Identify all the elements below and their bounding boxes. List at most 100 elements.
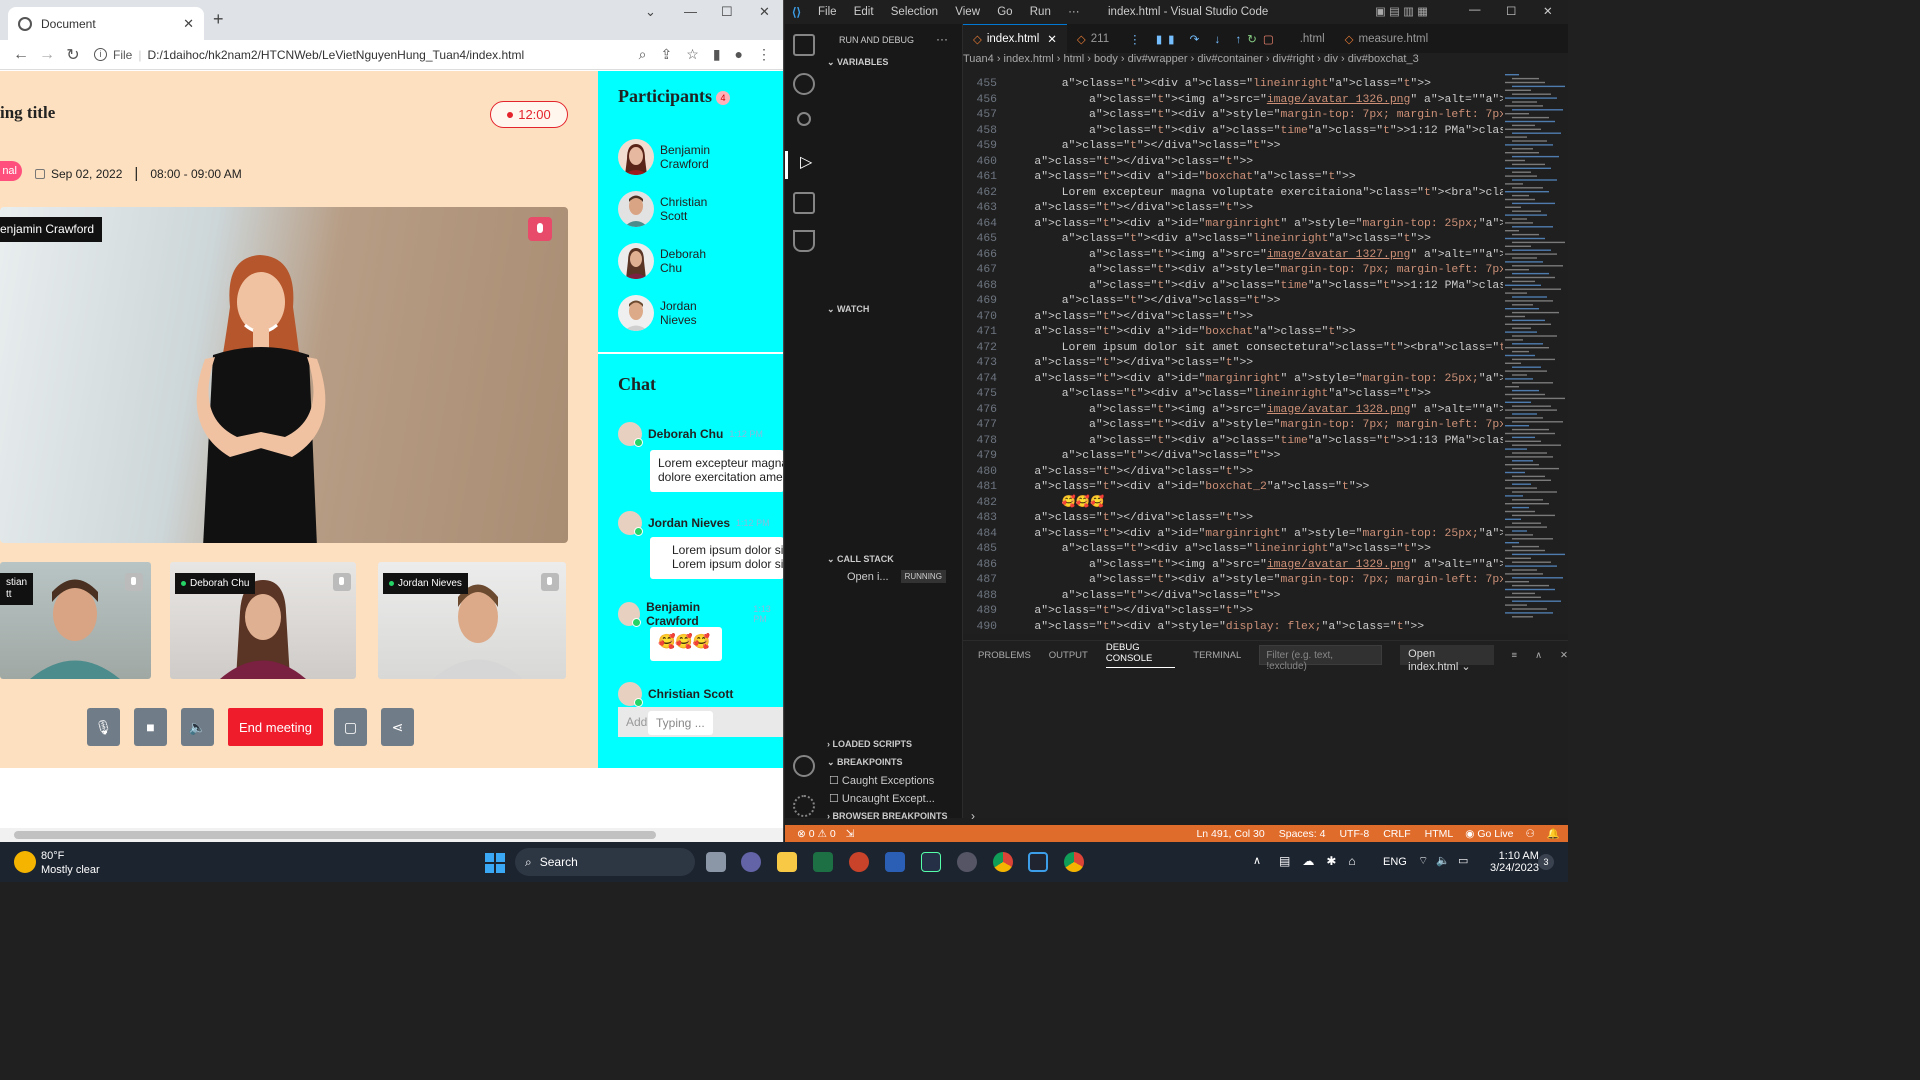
reload-icon[interactable]: ↻	[60, 45, 86, 65]
menu-view[interactable]: View	[955, 6, 980, 18]
thumb-deborah[interactable]: Deborah Chu	[170, 562, 356, 679]
word-icon[interactable]	[885, 852, 905, 872]
encoding-status[interactable]: UTF-8	[1339, 828, 1369, 840]
camera-button[interactable]: ■	[134, 708, 167, 746]
tab-output[interactable]: OUTPUT	[1049, 650, 1088, 661]
list-icon[interactable]: ≡	[1512, 650, 1518, 661]
horizontal-scrollbar[interactable]	[0, 828, 783, 842]
mic-icon[interactable]	[541, 573, 559, 591]
menu-run[interactable]: Run	[1030, 6, 1051, 18]
new-tab-icon[interactable]: +	[213, 9, 224, 30]
explorer-icon[interactable]	[793, 34, 815, 56]
chevron-down-icon[interactable]: ⌄	[645, 4, 656, 20]
clock[interactable]: 1:10 AM 3/24/2023	[1490, 850, 1539, 874]
start-icon[interactable]	[485, 853, 505, 873]
share-icon[interactable]: ⇪	[661, 46, 673, 63]
more-icon[interactable]: ···	[936, 32, 948, 46]
participant-item[interactable]: Christian Scott	[618, 183, 710, 235]
vscode-taskbar-icon[interactable]	[1028, 852, 1048, 872]
thumb-jordan[interactable]: Jordan Nieves	[378, 562, 566, 679]
layout-icons[interactable]: ▣ ▤ ▥ ▦	[1375, 4, 1428, 18]
eol-status[interactable]: CRLF	[1383, 828, 1410, 840]
star-icon[interactable]: ☆	[686, 46, 699, 63]
callstack-item[interactable]: Open i... RUNNING	[847, 570, 946, 583]
participant-item[interactable]: Jordan Nieves	[618, 287, 710, 339]
chevron-up-icon[interactable]: ∧	[1253, 854, 1261, 867]
watch-section[interactable]: ⌄ WATCH	[827, 304, 869, 315]
loaded-scripts-section[interactable]: › LOADED SCRIPTS	[827, 739, 912, 749]
problems-status[interactable]: ⊗ 0 ⚠ 0	[797, 828, 836, 840]
notification-badge[interactable]: 3	[1538, 854, 1554, 870]
profile-icon[interactable]: ●	[735, 46, 743, 63]
menu-go[interactable]: Go	[997, 6, 1012, 18]
tray-icons[interactable]: ▤☁✱⌂	[1279, 854, 1368, 868]
share-button[interactable]: ⋖	[381, 708, 414, 746]
minimap[interactable]	[1501, 70, 1565, 630]
file-explorer-icon[interactable]	[777, 852, 797, 872]
chevron-up-icon[interactable]: ∧	[1535, 650, 1542, 661]
mic-icon[interactable]	[125, 573, 143, 591]
menu-file[interactable]: File	[818, 6, 837, 18]
system-tray-icons[interactable]: ⌔🔈▭	[1418, 854, 1476, 868]
source-control-icon[interactable]	[797, 112, 811, 126]
screen-share-button[interactable]: ▢	[334, 708, 367, 746]
indent-status[interactable]: Spaces: 4	[1279, 828, 1326, 840]
tab-index-html[interactable]: ◇ index.html ✕	[963, 24, 1067, 53]
maximize-icon[interactable]: ☐	[721, 4, 733, 20]
cursor-position[interactable]: Ln 491, Col 30	[1196, 828, 1264, 840]
account-status-icon[interactable]: ⚇	[1526, 828, 1535, 840]
devcpp-icon[interactable]	[921, 852, 941, 872]
account-icon[interactable]	[793, 755, 815, 777]
breadcrumb[interactable]: Tuan4 › index.html › html › body › div#w…	[963, 53, 1568, 70]
info-icon[interactable]: i	[94, 48, 107, 61]
menu-more[interactable]: ···	[1068, 6, 1080, 18]
tab-measure-html[interactable]: ◇ measure.html	[1335, 24, 1439, 53]
participant-item[interactable]: Deborah Chu	[618, 235, 710, 287]
zoom-icon[interactable]: ⌕	[639, 46, 647, 63]
minimize-icon[interactable]: —	[1469, 4, 1481, 16]
language-indicator[interactable]: ENG	[1383, 856, 1407, 868]
forward-icon[interactable]: →	[34, 46, 60, 64]
code-view[interactable]: 455 a">class="t"><div a">class="lineinri…	[963, 77, 1503, 634]
excel-icon[interactable]	[813, 852, 833, 872]
minimize-icon[interactable]: —	[684, 4, 697, 19]
callstack-section[interactable]: ⌄ CALL STACK	[827, 554, 894, 565]
participant-item[interactable]: Benjamin Crawford	[618, 131, 710, 183]
browser-tab[interactable]: Document ✕	[8, 7, 204, 40]
menu-selection[interactable]: Selection	[891, 6, 938, 18]
mic-icon[interactable]	[333, 573, 351, 591]
close-window-icon[interactable]: ✕	[1543, 4, 1553, 18]
back-icon[interactable]: ←	[8, 46, 34, 64]
tab-terminal[interactable]: TERMINAL	[1193, 650, 1241, 661]
chrome-icon-2[interactable]	[1064, 852, 1084, 872]
language-status[interactable]: HTML	[1425, 828, 1454, 840]
uncaught-exceptions-checkbox[interactable]: ☐ Uncaught Except...	[829, 792, 935, 805]
chrome-icon[interactable]	[993, 852, 1013, 872]
tab-debug-console[interactable]: DEBUG CONSOLE	[1105, 642, 1176, 668]
caught-exceptions-checkbox[interactable]: ☐ Caught Exceptions	[829, 774, 934, 787]
console-prompt-icon[interactable]: ›	[971, 809, 975, 823]
thumb-christian[interactable]: stian tt	[0, 562, 151, 679]
weather-icon[interactable]	[14, 851, 36, 873]
bell-icon[interactable]: 🔔	[1547, 827, 1560, 840]
sidepanel-icon[interactable]: ▮	[713, 46, 721, 63]
tab-html[interactable]: .html	[1290, 24, 1335, 53]
mic-icon[interactable]	[528, 217, 552, 241]
taskbar-search[interactable]: ⌕ Search	[515, 848, 695, 876]
weather-temp[interactable]: 80°F	[41, 850, 64, 862]
powerpoint-icon[interactable]	[849, 852, 869, 872]
close-window-icon[interactable]: ✕	[759, 4, 770, 20]
chat-input[interactable]: Add... Typing ...	[618, 707, 783, 737]
browser-breakpoints-section[interactable]: › BROWSER BREAKPOINTS	[827, 811, 948, 821]
app-icon[interactable]	[957, 852, 977, 872]
taskview-icon[interactable]	[706, 852, 726, 872]
tab-problems[interactable]: PROBLEMS	[978, 650, 1031, 661]
debug-status-icon[interactable]: ⇲	[846, 828, 855, 840]
menu-edit[interactable]: Edit	[854, 6, 874, 18]
mic-button[interactable]: 🎙	[87, 708, 120, 746]
menu-icon[interactable]: ⋮	[757, 46, 771, 63]
extensions-icon[interactable]	[793, 192, 815, 214]
console-filter-input[interactable]: Filter (e.g. text, !exclude)	[1259, 645, 1383, 672]
teams-icon[interactable]	[741, 852, 761, 872]
speaker-button[interactable]: 🔈	[181, 708, 214, 746]
